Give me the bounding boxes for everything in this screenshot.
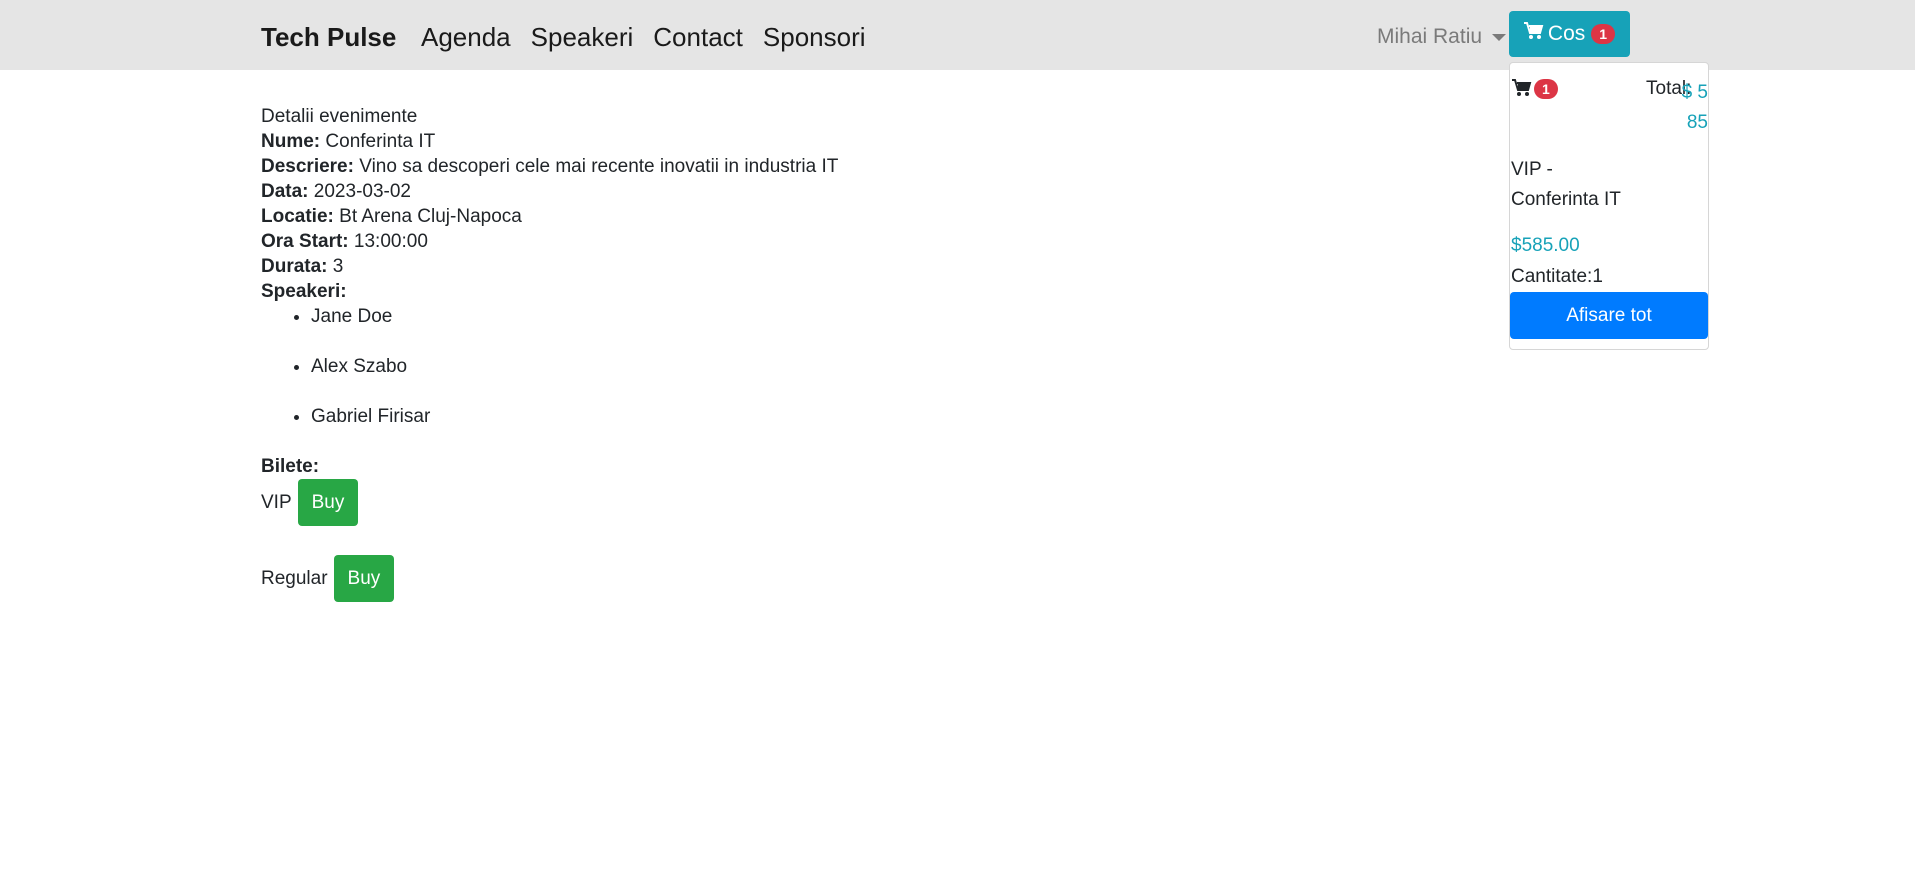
cart-item-name: VIP - Conferinta IT	[1511, 159, 1621, 210]
field-nume: Nume: Conferinta IT	[261, 129, 838, 154]
ticket-row-regular: Regular Buy	[261, 555, 838, 602]
dropdown-count-badge: 1	[1534, 79, 1558, 99]
cart-count-badge: 1	[1591, 24, 1616, 44]
page-heading: Detalii evenimente	[261, 106, 418, 127]
cart-item-quantity: Cantitate:1	[1511, 266, 1603, 287]
cart-dropdown: 1 Total: $ 585 VIP - Conferinta IT $585.…	[1509, 62, 1709, 350]
field-label: Durata:	[261, 256, 328, 277]
nav-link-speakeri[interactable]: Speakeri	[531, 22, 634, 53]
list-item: Jane Doe	[311, 304, 838, 329]
event-details: Detalii evenimente Nume: Conferinta IT D…	[261, 104, 838, 631]
field-descriere: Descriere: Vino sa descoperi cele mai re…	[261, 154, 838, 179]
field-value: 2023-03-02	[313, 181, 411, 202]
shopping-cart-icon	[1523, 22, 1544, 46]
field-label: Ora Start:	[261, 231, 349, 252]
buy-regular-button[interactable]: Buy	[333, 555, 395, 602]
speakers-label: Speakeri:	[261, 279, 838, 304]
field-value: Vino sa descoperi cele mai recente inova…	[359, 156, 839, 177]
user-name: Mihai Ratiu	[1377, 25, 1483, 48]
cart-item-price: $585.00	[1511, 235, 1580, 256]
list-item: Gabriel Firisar	[311, 404, 838, 429]
navbar: Tech Pulse Agenda Speakeri Contact Spons…	[0, 0, 1915, 70]
cart-button[interactable]: Cos 1	[1509, 11, 1630, 57]
user-menu-dropdown[interactable]: Mihai Ratiu	[1377, 25, 1507, 49]
cart-label: Cos	[1547, 22, 1586, 45]
field-label: Nume:	[261, 131, 321, 152]
field-value: 3	[332, 256, 344, 277]
field-label: Data:	[261, 181, 309, 202]
tickets-label: Bilete:	[261, 454, 838, 479]
field-label: Locatie:	[261, 206, 334, 227]
nav-links: Agenda Speakeri Contact Sponsori	[421, 22, 886, 53]
total-value: $ 585	[1681, 82, 1708, 133]
show-all-button[interactable]: Afisare tot	[1510, 292, 1708, 339]
field-value: Conferinta IT	[325, 131, 436, 152]
ticket-row-vip: VIP Buy	[261, 479, 838, 526]
field-label: Descriere:	[261, 156, 354, 177]
nav-link-sponsori[interactable]: Sponsori	[763, 22, 866, 53]
ticket-type: Regular	[261, 568, 328, 589]
speakers-list: Jane Doe Alex Szabo Gabriel Firisar	[261, 304, 838, 429]
speakers-heading: Speakeri:	[261, 281, 347, 302]
field-data: Data: 2023-03-02	[261, 179, 838, 204]
field-durata: Durata: 3	[261, 254, 838, 279]
shopping-cart-icon	[1512, 79, 1532, 102]
field-ora-start: Ora Start: 13:00:00	[261, 229, 838, 254]
nav-link-agenda[interactable]: Agenda	[421, 22, 511, 53]
nav-link-contact[interactable]: Contact	[653, 22, 743, 53]
field-value: Bt Arena Cluj-Napoca	[339, 206, 522, 227]
ticket-type: VIP	[261, 492, 292, 513]
field-locatie: Locatie: Bt Arena Cluj-Napoca	[261, 204, 838, 229]
buy-vip-button[interactable]: Buy	[297, 479, 359, 526]
field-value: 13:00:00	[353, 231, 428, 252]
brand-logo[interactable]: Tech Pulse	[261, 22, 396, 53]
tickets-heading: Bilete:	[261, 456, 320, 477]
caret-down-icon	[1492, 33, 1507, 41]
list-item: Alex Szabo	[311, 354, 838, 379]
